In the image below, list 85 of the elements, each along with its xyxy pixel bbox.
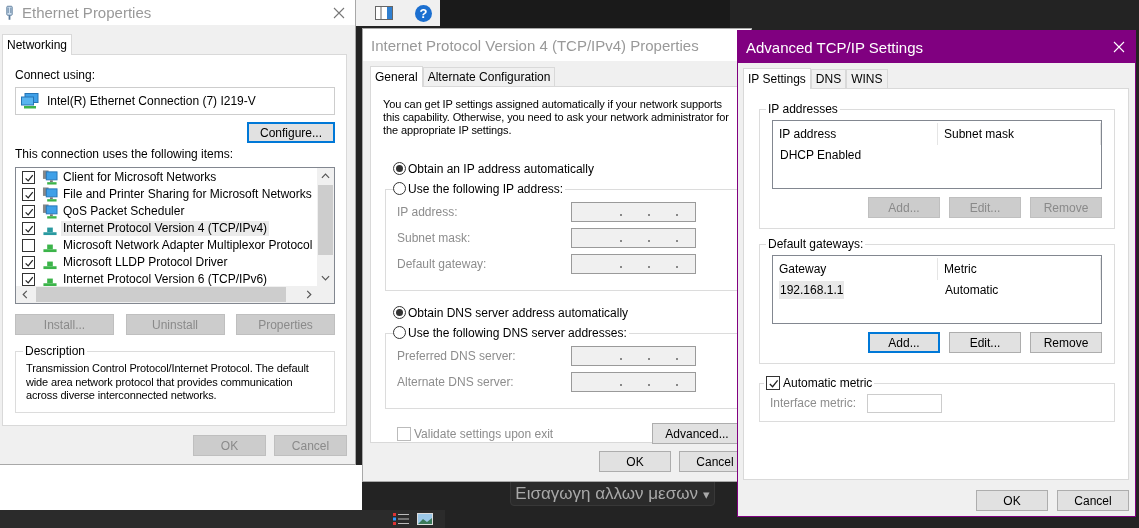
tab[interactable]: Networking — [2, 34, 73, 55]
description-text: Transmission Control Protocol/Internet Protocol. The default wide area network protocol that provides communication across diverse interconnected networks. — [26, 362, 310, 403]
scroll-left-icon[interactable] — [22, 290, 28, 299]
field-label: Alternate DNS server: — [397, 375, 515, 389]
scroll-right-icon[interactable] — [306, 290, 312, 299]
checkbox[interactable] — [22, 222, 35, 235]
checkbox[interactable] — [22, 188, 35, 201]
checkbox-label[interactable]: Automatic metric — [783, 376, 873, 390]
radio-label[interactable]: Use the following IP address: — [408, 181, 564, 196]
list-item[interactable]: Client for Microsoft Networks — [61, 170, 219, 185]
field-label: IP address: — [397, 205, 459, 219]
tab[interactable]: DNS — [810, 69, 847, 88]
table-cell[interactable]: Automatic — [938, 280, 1101, 300]
list-item[interactable]: File and Printer Sharing for Microsoft Networks — [61, 187, 314, 202]
cancel-button[interactable]: Cancel — [1057, 490, 1129, 511]
ok-button[interactable]: OK — [599, 451, 671, 472]
list-item[interactable]: 192.168.1.1 — [779, 281, 845, 299]
list-item[interactable]: Internet Protocol Version 4 (TCP/IPv4) — [61, 221, 270, 236]
checkbox[interactable] — [22, 171, 35, 184]
radio-button[interactable] — [393, 306, 406, 319]
scroll-up-icon[interactable] — [321, 173, 330, 179]
field-label: Default gateway: — [397, 257, 488, 271]
plug-icon — [5, 4, 14, 21]
ip-address-field[interactable] — [571, 372, 696, 392]
list-view-icon[interactable] — [393, 513, 409, 525]
group-title: Default gateways: — [767, 237, 865, 251]
group-title: IP addresses — [767, 102, 839, 116]
section-label: This connection uses the following items: — [15, 147, 234, 162]
list-item[interactable]: DHCP Enabled — [779, 146, 863, 164]
tab[interactable]: IP Settings — [743, 68, 811, 89]
section-label: Connect using: — [15, 68, 96, 83]
ip-address-field[interactable] — [571, 346, 696, 366]
adapter-name: Intel(R) Ethernet Connection (7) I219-V — [47, 94, 256, 108]
window-title: Ethernet Properties — [22, 4, 153, 21]
checkbox[interactable] — [22, 205, 35, 218]
tab[interactable]: Alternate Configuration — [422, 67, 556, 86]
column-header[interactable]: Subnet mask — [938, 123, 1101, 145]
tab[interactable]: General — [370, 66, 423, 87]
radio-label[interactable]: Use the following DNS server addresses: — [408, 325, 627, 340]
scrollbar[interactable] — [317, 168, 334, 286]
image-icon[interactable] — [417, 513, 433, 525]
configure-button[interactable]: Configure... — [247, 122, 335, 143]
ip-address-field[interactable] — [571, 254, 696, 274]
column-header[interactable]: IP address — [773, 123, 938, 145]
field-label: Subnet mask: — [397, 231, 472, 245]
window-title: Advanced TCP/IP Settings — [746, 38, 925, 56]
list-item[interactable]: Microsoft LLDP Protocol Driver — [61, 255, 230, 270]
close-icon[interactable] — [333, 6, 345, 19]
field-label: Interface metric: — [770, 396, 857, 410]
checkbox[interactable] — [22, 239, 35, 252]
cell-text: Automatic — [944, 282, 1000, 299]
intro-text: You can get IP settings assigned automatically if your network supports this capability. Otherwise, you need to ask your network administrator for the appropriate IP settings. — [383, 98, 730, 137]
edit-button[interactable]: Edit... — [949, 332, 1021, 353]
tab[interactable]: WINS — [846, 69, 888, 88]
panel-layout-icon[interactable] — [375, 6, 393, 20]
column-header[interactable]: Metric — [938, 258, 1101, 280]
list-item[interactable]: Microsoft Network Adapter Multiplexor Protocol — [61, 238, 315, 253]
checkbox[interactable] — [22, 256, 35, 269]
add-button[interactable]: Add... — [868, 332, 940, 353]
computer-icon — [42, 187, 58, 202]
list-item[interactable]: Internet Protocol Version 6 (TCP/IPv6) — [61, 272, 270, 286]
computer-icon — [42, 204, 58, 219]
list-item[interactable]: QoS Packet Scheduler — [61, 204, 187, 219]
help-icon[interactable]: ? — [415, 4, 432, 22]
table-cell[interactable]: 192.168.1.1 — [773, 280, 938, 300]
radio-label[interactable]: Obtain DNS server address automatically — [408, 305, 629, 320]
radio-button[interactable] — [393, 182, 406, 195]
column-header[interactable]: Gateway — [773, 258, 938, 280]
radio-label[interactable]: Obtain an IP address automatically — [408, 161, 594, 176]
ip-address-field[interactable] — [571, 228, 696, 248]
checkbox[interactable] — [22, 273, 35, 286]
group-title: Description — [24, 344, 87, 358]
checkbox[interactable] — [766, 376, 780, 390]
scrollbar[interactable] — [16, 286, 334, 303]
network-adapter-icon — [21, 93, 39, 109]
radio-button[interactable] — [393, 326, 406, 339]
radio-button[interactable] — [393, 162, 406, 175]
field-label: Preferred DNS server: — [397, 349, 517, 363]
computer-icon — [42, 170, 58, 185]
remove-button[interactable]: Remove — [1030, 332, 1102, 353]
ip-address-field[interactable] — [571, 202, 696, 222]
window-title: Internet Protocol Version 4 (TCP/IPv4) Properties — [371, 36, 700, 54]
table-cell[interactable]: DHCP Enabled — [773, 145, 938, 165]
scroll-down-icon[interactable] — [321, 275, 330, 281]
ok-button[interactable]: OK — [976, 490, 1048, 511]
